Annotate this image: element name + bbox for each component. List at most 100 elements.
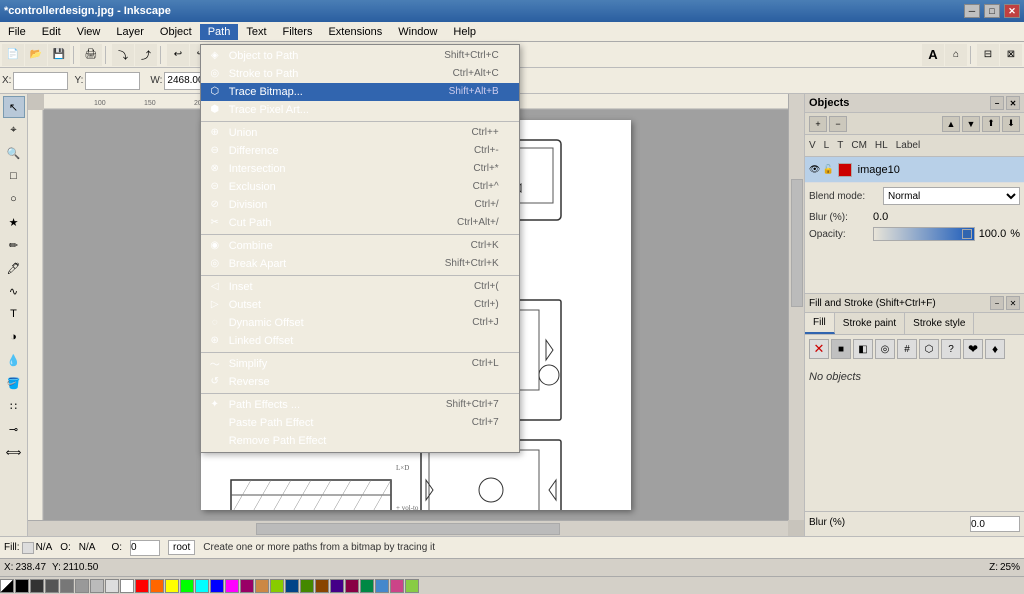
object-color-swatch[interactable]	[838, 163, 852, 177]
magenta-swatch[interactable]	[225, 579, 239, 593]
new-button[interactable]: 📄	[2, 44, 24, 66]
blend-mode-select[interactable]: Normal Multiply Screen	[883, 187, 1020, 205]
menu-path-effects[interactable]: ✦ Path Effects ... Shift+Ctrl+7	[201, 396, 519, 414]
pencil-tool[interactable]: ✏	[3, 234, 25, 256]
menu-window[interactable]: Window	[390, 24, 445, 40]
menu-break-apart[interactable]: ◎ Break Apart Shift+Ctrl+K	[201, 255, 519, 273]
tab-stroke-paint[interactable]: Stroke paint	[835, 313, 905, 334]
objects-expand-icon[interactable]: −	[990, 96, 1004, 110]
menu-object-to-path[interactable]: ◈ Object to Path Shift+Ctrl+C	[201, 47, 519, 65]
menu-extensions[interactable]: Extensions	[320, 24, 390, 40]
open-button[interactable]: 📂	[25, 44, 47, 66]
fill-flat-button[interactable]: ■	[831, 339, 851, 359]
fill-close-icon[interactable]: ✕	[1006, 296, 1020, 310]
gradient-tool[interactable]: ◑	[3, 326, 25, 348]
objects-close-icon[interactable]: ✕	[1006, 96, 1020, 110]
star-tool[interactable]: ★	[3, 211, 25, 233]
tab-fill[interactable]: Fill	[805, 313, 835, 334]
menu-linked-offset[interactable]: ⊛ Linked Offset	[201, 332, 519, 350]
zoom-tool[interactable]: 🔍	[3, 142, 25, 164]
print-button[interactable]: 🖨	[80, 44, 102, 66]
menu-stroke-to-path[interactable]: ◎ Stroke to Path Ctrl+Alt+C	[201, 65, 519, 83]
yellow-swatch[interactable]	[165, 579, 179, 593]
move-top-button[interactable]: ⬆	[982, 116, 1000, 132]
black-swatch[interactable]	[15, 579, 29, 593]
menu-outset[interactable]: ▷ Outset Ctrl+)	[201, 296, 519, 314]
y-coord-input[interactable]	[85, 72, 140, 90]
fill-extra1-button[interactable]: ❤	[963, 339, 983, 359]
fill-pattern-button[interactable]: #	[897, 339, 917, 359]
fill-expand-icon[interactable]: −	[990, 296, 1004, 310]
select-tool[interactable]: ↖	[3, 96, 25, 118]
cyan-swatch[interactable]	[195, 579, 209, 593]
menu-combine[interactable]: ◉ Combine Ctrl+K	[201, 237, 519, 255]
fill-none-button[interactable]: ✕	[809, 339, 829, 359]
move-up-button[interactable]: ▲	[942, 116, 960, 132]
fill-extra2-button[interactable]: ♦	[985, 339, 1005, 359]
purple-swatch[interactable]	[240, 579, 254, 593]
move-down-button[interactable]: ▼	[962, 116, 980, 132]
white-swatch[interactable]	[120, 579, 134, 593]
pen-tool[interactable]: 🖊	[3, 257, 25, 279]
navy-swatch[interactable]	[285, 579, 299, 593]
medium-gray-swatch[interactable]	[60, 579, 74, 593]
dark-green-swatch[interactable]	[300, 579, 314, 593]
menu-help[interactable]: Help	[445, 24, 484, 40]
export-button[interactable]: ⤴	[135, 44, 157, 66]
circle-tool[interactable]: ○	[3, 188, 25, 210]
yellow-green-swatch[interactable]	[405, 579, 419, 593]
pink-swatch[interactable]	[390, 579, 404, 593]
menu-difference[interactable]: ⊖ Difference Ctrl+-	[201, 142, 519, 160]
tab-stroke-style[interactable]: Stroke style	[905, 313, 974, 334]
menu-cut-path[interactable]: ✂ Cut Path Ctrl+Alt+/	[201, 214, 519, 232]
menu-view[interactable]: View	[69, 24, 109, 40]
add-layer-button[interactable]: +	[809, 116, 827, 132]
sky-blue-swatch[interactable]	[375, 579, 389, 593]
maximize-button[interactable]: □	[984, 4, 1000, 18]
move-bottom-button[interactable]: ⬇	[1002, 116, 1020, 132]
orange-swatch[interactable]	[150, 579, 164, 593]
blue-swatch[interactable]	[210, 579, 224, 593]
calligraphy-tool[interactable]: ∿	[3, 280, 25, 302]
remove-layer-button[interactable]: −	[829, 116, 847, 132]
dark-red-swatch[interactable]	[345, 579, 359, 593]
menu-trace-pixel-art[interactable]: ⬢ Trace Pixel Art...	[201, 101, 519, 119]
undo-button[interactable]: ↩	[167, 44, 189, 66]
node-tool-tb[interactable]: ⌂	[945, 44, 967, 66]
node-tool[interactable]: ⌖	[3, 119, 25, 141]
lime-swatch[interactable]	[270, 579, 284, 593]
opacity-slider[interactable]	[873, 227, 975, 241]
menu-layer[interactable]: Layer	[108, 24, 152, 40]
red-swatch[interactable]	[135, 579, 149, 593]
blur-bottom-input[interactable]	[970, 516, 1020, 532]
connector-tool[interactable]: ⊸	[3, 418, 25, 440]
opacity-status-input[interactable]	[130, 540, 160, 556]
menu-simplify[interactable]: 〜 Simplify Ctrl+L	[201, 355, 519, 373]
eyedropper-tool[interactable]: 💧	[3, 349, 25, 371]
light-gray-swatch[interactable]	[90, 579, 104, 593]
menu-text[interactable]: Text	[238, 24, 274, 40]
menu-union[interactable]: ⊕ Union Ctrl++	[201, 124, 519, 142]
fill-radial-button[interactable]: ◎	[875, 339, 895, 359]
light-gray2-swatch[interactable]	[75, 579, 89, 593]
menu-dynamic-offset[interactable]: ◌ Dynamic Offset Ctrl+J	[201, 314, 519, 332]
fill-swatch-button[interactable]: ⬡	[919, 339, 939, 359]
brown-swatch[interactable]	[255, 579, 269, 593]
menu-remove-path-effect[interactable]: Remove Path Effect	[201, 432, 519, 450]
text-tool-tb[interactable]: A	[922, 44, 944, 66]
transparent-swatch[interactable]	[0, 579, 14, 593]
spray-tool[interactable]: ∷	[3, 395, 25, 417]
paint-bucket-tool[interactable]: 🪣	[3, 372, 25, 394]
menu-trace-bitmap[interactable]: ⬡ Trace Bitmap... Shift+Alt+B	[201, 83, 519, 101]
import-button[interactable]: ⤵	[112, 44, 134, 66]
fill-unknown-button[interactable]: ?	[941, 339, 961, 359]
align-button[interactable]: ⊟	[977, 44, 999, 66]
dark-gray-swatch[interactable]	[30, 579, 44, 593]
minimize-button[interactable]: ─	[964, 4, 980, 18]
violet-swatch[interactable]	[330, 579, 344, 593]
gray-swatch[interactable]	[45, 579, 59, 593]
menu-intersection[interactable]: ⊗ Intersection Ctrl+*	[201, 160, 519, 178]
menu-path[interactable]: Path ◈ Object to Path Shift+Ctrl+C ◎ Str…	[200, 24, 239, 40]
teal-swatch[interactable]	[360, 579, 374, 593]
rect-tool[interactable]: □	[3, 165, 25, 187]
